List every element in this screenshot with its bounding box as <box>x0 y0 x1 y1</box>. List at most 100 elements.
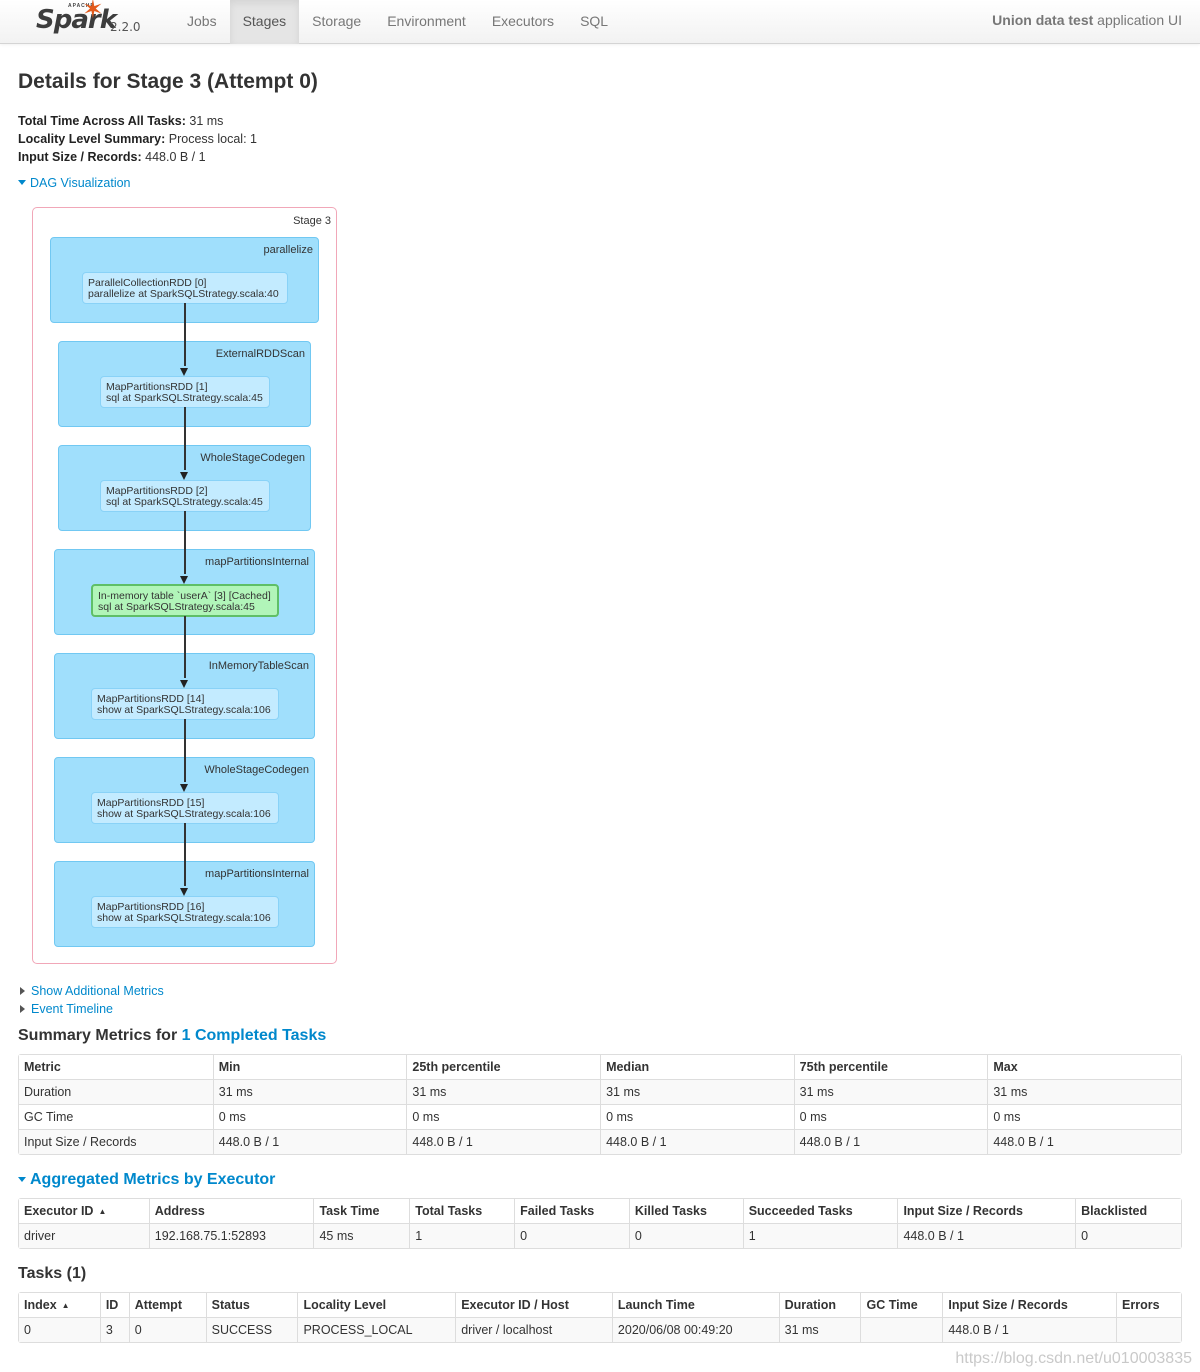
spark-logo[interactable]: Spark APACHE ✶ 2.2.0 <box>34 0 144 44</box>
table-cell: 0 <box>19 1317 100 1342</box>
table-cell: driver <box>19 1223 149 1248</box>
table-cell: 448.0 B / 1 <box>406 1129 601 1154</box>
completed-tasks-link[interactable]: 1 Completed Tasks <box>182 1027 327 1044</box>
summary-value: Process local: 1 <box>165 132 257 146</box>
caret-right-icon <box>20 987 25 995</box>
dag-arrow-icon <box>180 472 188 480</box>
table-cell: 0 ms <box>600 1104 794 1129</box>
column-header[interactable]: Failed Tasks <box>514 1199 629 1223</box>
dag-rdd-node[interactable]: MapPartitionsRDD [2] sql at SparkSQLStra… <box>100 480 270 512</box>
executor-metrics-table: Executor ID ▲ Address Task Time Total Tas… <box>18 1198 1182 1249</box>
column-header[interactable]: Blacklisted <box>1075 1199 1181 1223</box>
column-header: Median <box>600 1055 794 1079</box>
table-cell: 0 ms <box>987 1104 1181 1129</box>
column-header[interactable]: Input Size / Records <box>897 1199 1076 1223</box>
table-header-row: Metric Min 25th percentile Median 75th p… <box>19 1055 1181 1079</box>
summary-title-prefix: Summary Metrics for <box>18 1027 182 1044</box>
column-header[interactable]: Duration <box>778 1293 861 1317</box>
column-header[interactable]: Input Size / Records <box>942 1293 1117 1317</box>
dag-cluster-label: mapPartitionsInternal <box>205 556 309 568</box>
event-timeline-toggle[interactable]: Event Timeline <box>20 1002 113 1016</box>
table-cell: driver / localhost <box>455 1317 612 1342</box>
dag-rdd-node-cached[interactable]: In-memory table `userA` [3] [Cached] sql… <box>91 584 279 617</box>
table-cell: GC Time <box>19 1104 213 1129</box>
spark-star-icon: ✶ <box>82 0 104 24</box>
column-header-executor-id[interactable]: Executor ID ▲ <box>19 1199 149 1223</box>
table-cell: 448.0 B / 1 <box>897 1223 1076 1248</box>
tab-sql[interactable]: SQL <box>567 0 621 44</box>
dag-rdd-node[interactable]: MapPartitionsRDD [1] sql at SparkSQLStra… <box>100 376 270 408</box>
column-header[interactable]: Killed Tasks <box>628 1199 743 1223</box>
column-header: Metric <box>19 1055 213 1079</box>
table-cell: 448.0 B / 1 <box>600 1129 794 1154</box>
column-header-index[interactable]: Index ▲ <box>19 1293 100 1317</box>
rdd-callsite: sql at SparkSQLStrategy.scala:45 <box>98 601 255 613</box>
dag-toggle-label: DAG Visualization <box>30 176 131 190</box>
table-cell: 192.168.75.1:52893 <box>148 1223 314 1248</box>
table-cell: 31 ms <box>212 1079 407 1104</box>
table-cell: 0 <box>1075 1223 1181 1248</box>
table-row: 0 3 0 SUCCESS PROCESS_LOCAL driver / loc… <box>19 1317 1181 1342</box>
column-header: 75th percentile <box>793 1055 988 1079</box>
dag-stage-label[interactable]: Stage 3 <box>293 215 331 227</box>
show-additional-metrics-toggle[interactable]: Show Additional Metrics <box>20 984 164 998</box>
caret-right-icon <box>20 1005 25 1013</box>
table-cell: 31 ms <box>600 1079 794 1104</box>
tab-storage[interactable]: Storage <box>299 0 374 44</box>
column-header[interactable]: Locality Level <box>297 1293 456 1317</box>
dag-edge <box>184 407 186 470</box>
table-cell: 448.0 B / 1 <box>987 1129 1181 1154</box>
aggregated-metrics-toggle[interactable]: Aggregated Metrics by Executor <box>18 1171 275 1189</box>
table-cell: 1 <box>409 1223 515 1248</box>
caret-down-icon <box>18 1177 26 1182</box>
dag-arrow-icon <box>180 888 188 896</box>
dag-visualization-toggle[interactable]: DAG Visualization <box>18 176 131 190</box>
dag-edge <box>184 823 186 886</box>
tab-environment[interactable]: Environment <box>374 0 479 44</box>
sort-ascending-icon: ▲ <box>98 1207 107 1216</box>
table-cell: 0 <box>514 1223 629 1248</box>
table-row: Duration 31 ms 31 ms 31 ms 31 ms 31 ms <box>19 1079 1181 1104</box>
dag-edge <box>184 616 186 678</box>
tab-executors[interactable]: Executors <box>479 0 567 44</box>
dag-arrow-icon <box>180 784 188 792</box>
dag-rdd-node[interactable]: ParallelCollectionRDD [0] parallelize at… <box>82 272 288 304</box>
column-header[interactable]: GC Time <box>860 1293 943 1317</box>
dag-rdd-node[interactable]: MapPartitionsRDD [14] show at SparkSQLSt… <box>91 688 279 720</box>
rdd-callsite: sql at SparkSQLStrategy.scala:45 <box>106 392 263 404</box>
table-header-row: Executor ID ▲ Address Task Time Total Tas… <box>19 1199 1181 1223</box>
table-cell: 0 ms <box>212 1104 407 1129</box>
nav-tabs: Jobs Stages Storage Environment Executor… <box>174 0 621 44</box>
rdd-callsite: sql at SparkSQLStrategy.scala:45 <box>106 496 263 508</box>
column-header[interactable]: Total Tasks <box>409 1199 515 1223</box>
summary-value: 31 ms <box>185 114 224 128</box>
column-header[interactable]: Executor ID / Host <box>455 1293 612 1317</box>
dag-arrow-icon <box>180 368 188 376</box>
stage-summary: Total Time Across All Tasks: 31 ms Local… <box>18 112 257 166</box>
dag-rdd-node[interactable]: MapPartitionsRDD [16] show at SparkSQLSt… <box>91 896 279 928</box>
table-cell: 448.0 B / 1 <box>942 1317 1117 1342</box>
dag-rdd-node[interactable]: MapPartitionsRDD [15] show at SparkSQLSt… <box>91 792 279 824</box>
column-header[interactable]: ID <box>99 1293 129 1317</box>
column-header[interactable]: Launch Time <box>611 1293 779 1317</box>
tab-jobs[interactable]: Jobs <box>174 0 230 44</box>
table-row: GC Time 0 ms 0 ms 0 ms 0 ms 0 ms <box>19 1104 1181 1129</box>
rdd-callsite: show at SparkSQLStrategy.scala:106 <box>97 704 271 716</box>
column-header[interactable]: Attempt <box>128 1293 206 1317</box>
dag-cluster-label: InMemoryTableScan <box>208 660 309 672</box>
column-header[interactable]: Status <box>205 1293 298 1317</box>
table-cell <box>1116 1317 1181 1342</box>
sort-ascending-icon: ▲ <box>61 1301 70 1310</box>
column-header[interactable]: Task Time <box>313 1199 410 1223</box>
column-header[interactable]: Errors <box>1116 1293 1181 1317</box>
tab-stages[interactable]: Stages <box>229 0 300 44</box>
tasks-table: Index ▲ ID Attempt Status Locality Level … <box>18 1292 1182 1343</box>
table-cell: 31 ms <box>987 1079 1181 1104</box>
column-header[interactable]: Succeeded Tasks <box>742 1199 898 1223</box>
table-cell <box>860 1317 943 1342</box>
dag-cluster-label: WholeStageCodegen <box>200 452 305 464</box>
summary-label: Locality Level Summary: <box>18 132 166 146</box>
column-header[interactable]: Address <box>148 1199 314 1223</box>
dag-cluster-label: mapPartitionsInternal <box>205 868 309 880</box>
table-cell: 31 ms <box>406 1079 601 1104</box>
